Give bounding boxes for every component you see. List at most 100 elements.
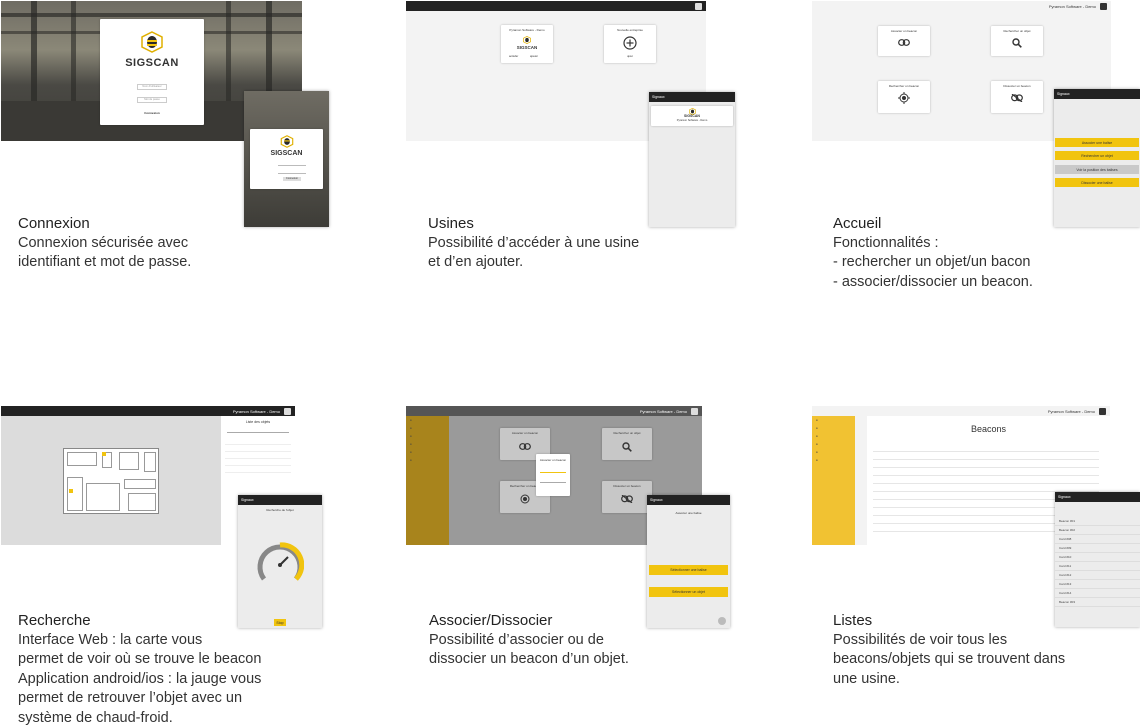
map-beacon — [69, 489, 73, 493]
bee-logo-icon — [138, 31, 166, 53]
phone-position-button[interactable]: Voir la position des balises — [1055, 165, 1139, 174]
caption-title: Usines — [428, 214, 639, 234]
caption-line: et d’en ajouter. — [428, 253, 639, 273]
list-item[interactable]: Card #08 — [1055, 535, 1140, 544]
sidebar-item[interactable]: ● — [812, 440, 855, 448]
dialog-field[interactable] — [540, 479, 566, 483]
link-icon — [519, 443, 531, 450]
associer-dialog: Associer un beacon — [536, 454, 570, 496]
avatar[interactable] — [284, 408, 291, 415]
caption-title: Listes — [833, 611, 1065, 631]
phone-associer-button[interactable]: Associer une balise — [1055, 138, 1139, 147]
avatar[interactable] — [695, 3, 702, 10]
avatar[interactable] — [691, 408, 698, 415]
phone-dissocier-button[interactable]: Dissocier une balise — [1055, 178, 1139, 187]
usine-card-add[interactable]: ajouter — [530, 55, 538, 58]
phone-select-object-button[interactable]: Sélectionner un objet — [649, 587, 728, 597]
top-bar: Pyramon Software - Demo — [812, 406, 1110, 416]
caption-title: Recherche — [18, 611, 261, 631]
phone-password-field[interactable] — [278, 170, 306, 174]
sidebar-item[interactable]: ● — [812, 416, 855, 424]
caption-line: dissocier un beacon d’un objet. — [429, 650, 629, 670]
top-bar — [406, 1, 706, 11]
avatar[interactable] — [1099, 408, 1106, 415]
usine-card[interactable]: Pyramon Software - Demo SIGSCAN accéder … — [501, 25, 553, 63]
card-label: Associer un beacon — [878, 29, 930, 33]
list-item[interactable]: Card #14 — [1055, 589, 1140, 598]
list-item[interactable]: Card #11 — [1055, 562, 1140, 571]
login-button[interactable]: Connexion — [137, 111, 167, 116]
phone-username-field[interactable] — [278, 162, 306, 166]
caption-line: identifiant et mot de passe. — [18, 253, 191, 273]
list-item[interactable]: Beacon #03 — [1055, 598, 1140, 607]
list-item[interactable]: Card #13 — [1055, 580, 1140, 589]
sidebar-item[interactable]: ● — [812, 456, 855, 464]
caption-line: Possibilités de voir tous les — [833, 631, 1065, 651]
accueil-phone: Signaux Associer une balise Rechercher u… — [1054, 89, 1140, 227]
phone-select-beacon-button[interactable]: Sélectionner une balise — [649, 565, 728, 575]
add-circle-icon[interactable] — [623, 36, 637, 50]
sidebar-item[interactable]: ● — [406, 440, 449, 448]
dissocier-beacon-card[interactable]: Dissocier un beacon — [602, 481, 652, 513]
caption-line: système de chaud-froid. — [18, 709, 261, 728]
search-icon — [622, 442, 632, 452]
associer-beacon-card[interactable]: Associer un beacon — [878, 26, 930, 56]
phone-stop-button[interactable]: Stop — [274, 619, 286, 626]
caption-title: Associer/Dissocier — [429, 611, 629, 631]
list-item[interactable]: Card #10 — [1055, 553, 1140, 562]
caption-listes: Listes Possibilités de voir tous les bea… — [833, 611, 1065, 689]
bee-logo-icon — [279, 135, 295, 148]
map-room — [124, 479, 156, 489]
dialog-field[interactable] — [540, 469, 566, 473]
top-bar: Pyramon Software - Demo — [1, 406, 295, 416]
factory-beam — [1, 13, 302, 17]
card-label: Rechercher un objet — [991, 29, 1043, 33]
caption-line: Application android/ios : la jauge vous — [18, 670, 261, 690]
rechercher-beacon-card[interactable]: Rechercher un beacon — [878, 81, 930, 113]
phone-list: Beacon #01 Beacon #02 Card #08 Card #09 … — [1055, 517, 1140, 607]
new-usine-card[interactable]: Nouvelle entreprise ajout — [604, 25, 656, 63]
sidebar-item[interactable]: ● — [812, 448, 855, 456]
map-room — [119, 452, 139, 470]
password-field[interactable]: Mot de passe — [137, 97, 167, 103]
caption-line: Fonctionnalités : — [833, 234, 1033, 254]
recherche-phone: Signaux Recherche de l'objet Stop — [238, 495, 322, 628]
list-item[interactable]: Card #12 — [1055, 571, 1140, 580]
sidebar: ● ● ● ● ● ● — [812, 416, 855, 545]
sidebar-item[interactable]: ● — [406, 448, 449, 456]
sidebar-item[interactable]: ● — [406, 456, 449, 464]
associer-phone: Signaux Associer une balise Sélectionner… — [647, 495, 730, 628]
link-icon — [898, 39, 910, 46]
objects-search[interactable] — [227, 428, 289, 433]
rechercher-objet-card[interactable]: Rechercher un objet — [602, 428, 652, 460]
gps-target-icon — [898, 92, 910, 104]
rechercher-objet-card[interactable]: Rechercher un objet — [991, 26, 1043, 56]
card-label: Rechercher un objet — [602, 431, 652, 435]
avatar[interactable] — [1100, 3, 1107, 10]
caption-usines: Usines Possibilité d’accéder à une usine… — [428, 214, 639, 273]
list-item[interactable]: Beacon #01 — [1055, 517, 1140, 526]
dissocier-beacon-card[interactable]: Dissocier un beacon — [991, 81, 1043, 113]
usine-card-access[interactable]: accéder — [509, 55, 518, 58]
list-item[interactable]: Beacon #02 — [1055, 526, 1140, 535]
sidebar-item[interactable]: ● — [406, 424, 449, 432]
sidebar-item[interactable]: ● — [812, 424, 855, 432]
card-label: Rechercher un beacon — [878, 84, 930, 88]
list-item[interactable]: Card #09 — [1055, 544, 1140, 553]
card-label: Dissocier un beacon — [991, 84, 1043, 88]
sidebar-item[interactable]: ● — [812, 432, 855, 440]
map-room — [144, 452, 156, 472]
phone-title: Signaux — [238, 495, 322, 505]
floor-map[interactable] — [63, 448, 159, 514]
username-field[interactable]: Nom d'utilisateur — [137, 84, 167, 90]
new-usine-title: Nouvelle entreprise — [604, 28, 656, 32]
phone-usine-card[interactable]: SIGSCAN Pyramon Software - Demo — [651, 106, 733, 126]
sidebar-item[interactable]: ● — [406, 416, 449, 424]
link-off-icon — [1011, 94, 1023, 102]
phone-rechercher-button[interactable]: Rechercher un objet — [1055, 151, 1139, 160]
map-room — [128, 493, 156, 511]
phone-login-button[interactable]: Connexion — [283, 177, 301, 181]
sidebar-item[interactable]: ● — [406, 432, 449, 440]
phone-subtitle: Recherche de l'objet — [238, 508, 322, 512]
phone-fab[interactable] — [718, 617, 726, 625]
